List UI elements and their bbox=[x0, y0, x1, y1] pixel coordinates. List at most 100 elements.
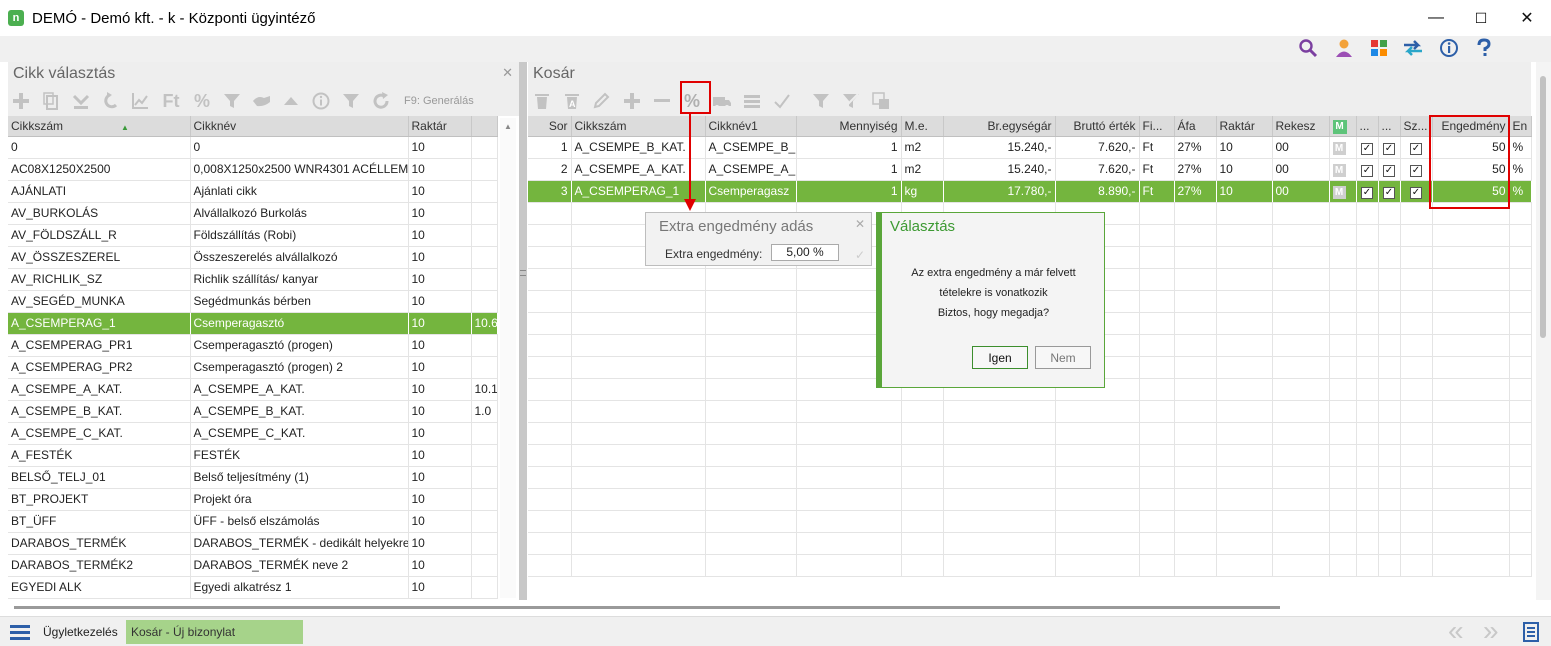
table-row[interactable]: A_CSEMPE_A_KAT. A_CSEMPE_A_KAT. 10 10.1 bbox=[8, 378, 498, 401]
help-icon[interactable] bbox=[1472, 37, 1496, 59]
checkbox[interactable]: ✓ bbox=[1383, 186, 1395, 199]
checkbox[interactable]: ✓ bbox=[1383, 164, 1395, 177]
col-header[interactable]: Mennyiség bbox=[796, 116, 902, 137]
filter-clear-icon[interactable] bbox=[840, 90, 862, 112]
table-row[interactable]: AJÁNLATI Ajánlati cikk 10 bbox=[8, 180, 498, 203]
add-icon[interactable] bbox=[621, 90, 643, 112]
list-icon[interactable] bbox=[741, 90, 763, 112]
truck-icon[interactable] bbox=[711, 90, 733, 112]
switch-icon[interactable] bbox=[1401, 37, 1425, 59]
col-header[interactable]: Sz... bbox=[1400, 116, 1433, 137]
table-row[interactable]: 2 A_CSEMPE_A_KAT. A_CSEMPE_A_ 1 m2 15.240,- 7.… bbox=[528, 158, 1532, 181]
filter-price-icon[interactable] bbox=[810, 90, 832, 112]
col-header[interactable]: Bruttó érték bbox=[1055, 116, 1140, 137]
undo-icon[interactable] bbox=[100, 90, 122, 112]
info-icon[interactable] bbox=[1437, 37, 1461, 59]
table-row[interactable]: A_CSEMPE_B_KAT. A_CSEMPE_B_KAT. 10 1.0 bbox=[8, 400, 498, 423]
table-row[interactable]: A_FESTÉK FESTÉK 10 bbox=[8, 444, 498, 467]
table-row[interactable]: BT_PROJEKT Projekt óra 10 bbox=[8, 488, 498, 511]
apps-icon[interactable] bbox=[1367, 37, 1391, 59]
col-header[interactable]: En bbox=[1509, 116, 1532, 137]
generate-hint[interactable]: F9: Generálás bbox=[404, 95, 474, 107]
col-header[interactable]: ... bbox=[1378, 116, 1401, 137]
scroll-track[interactable] bbox=[14, 606, 1280, 609]
download-icon[interactable] bbox=[70, 90, 92, 112]
checkbox[interactable]: ✓ bbox=[1410, 186, 1422, 199]
table-row[interactable]: 0 0 10 bbox=[8, 136, 498, 159]
col-header[interactable]: M.e. bbox=[901, 116, 944, 137]
col-header-cikknev[interactable]: Cikknév bbox=[190, 116, 409, 137]
table-row[interactable]: 3 A_CSEMPERAG_1 Csemperagasz 1 kg 17.780,- 8.8… bbox=[528, 180, 1532, 203]
table-row[interactable]: A_CSEMPERAG_PR1 Csemperagasztó (progen) 10 bbox=[8, 334, 498, 357]
tab-kosar[interactable]: Kosár - Új bizonylat bbox=[126, 620, 303, 644]
col-header[interactable]: Br.egységár bbox=[943, 116, 1056, 137]
col-header[interactable]: M bbox=[1329, 116, 1357, 137]
table-row[interactable]: AV_FÖLDSZÁLL_R Földszállítás (Robi) 10 bbox=[8, 224, 498, 247]
scroll-up-icon[interactable]: ▲ bbox=[504, 122, 512, 131]
col-header-raktar[interactable]: Raktár bbox=[408, 116, 472, 137]
scroll-thumb[interactable] bbox=[1540, 76, 1546, 338]
chart-icon[interactable] bbox=[129, 90, 151, 112]
tab-ugyletkezeles[interactable]: Ügyletkezelés bbox=[38, 620, 123, 644]
minimize-button[interactable]: — bbox=[1416, 6, 1456, 30]
col-header[interactable]: Fi... bbox=[1139, 116, 1175, 137]
table-row[interactable]: AC08X1250X2500 0,008X1250x2500 WNR4301 AC… bbox=[8, 158, 498, 181]
table-row[interactable]: A_CSEMPERAG_PR2 Csemperagasztó (progen) 2… bbox=[8, 356, 498, 379]
table-row[interactable]: AV_RICHLIK_SZ Richlik szállítás/ kanyar 10 bbox=[8, 268, 498, 291]
delete-all-icon[interactable]: A bbox=[561, 90, 583, 112]
panel-splitter[interactable] bbox=[519, 62, 527, 602]
checkbox[interactable]: ✓ bbox=[1410, 164, 1422, 177]
hamburger-menu-icon[interactable] bbox=[10, 623, 30, 644]
checkbox[interactable]: ✓ bbox=[1361, 142, 1373, 155]
search-icon[interactable] bbox=[1296, 37, 1320, 59]
col-header[interactable]: Raktár bbox=[1216, 116, 1273, 137]
table-row[interactable]: A_CSEMPE_C_KAT. A_CSEMPE_C_KAT. 10 bbox=[8, 422, 498, 445]
move-up-icon[interactable] bbox=[280, 90, 302, 112]
copy-icon[interactable] bbox=[40, 90, 62, 112]
col-header[interactable]: Sor bbox=[528, 116, 572, 137]
checkbox[interactable]: ✓ bbox=[1361, 164, 1373, 177]
table-row[interactable]: AV_SEGÉD_MUNKA Segédmunkás bérben 10 bbox=[8, 290, 498, 313]
left-scrollbar[interactable]: ▲ bbox=[500, 118, 516, 598]
check-icon[interactable] bbox=[771, 90, 793, 112]
table-row[interactable]: DARABOS_TERMÉK2 DARABOS_TERMÉK neve 2 10 bbox=[8, 554, 498, 577]
filter-icon[interactable] bbox=[340, 90, 362, 112]
filter-price-icon[interactable] bbox=[221, 90, 243, 112]
table-row[interactable]: BELSŐ_TELJ_01 Belső teljesítmény (1) 10 bbox=[8, 466, 498, 489]
col-header[interactable]: ... bbox=[1356, 116, 1379, 137]
delete-icon[interactable] bbox=[531, 90, 553, 112]
horizontal-scrollbar[interactable] bbox=[0, 600, 1551, 616]
prev-icon[interactable]: « bbox=[1448, 615, 1464, 646]
confirm-check-icon[interactable]: ✓ bbox=[855, 248, 865, 262]
refresh-icon[interactable] bbox=[370, 90, 392, 112]
col-header[interactable]: Cikknév1 bbox=[705, 116, 797, 137]
minus-icon[interactable] bbox=[651, 90, 673, 112]
checkbox[interactable]: ✓ bbox=[1383, 142, 1395, 155]
table-row[interactable]: EGYEDI ALK Egyedi alkatrész 1 10 bbox=[8, 576, 498, 599]
table-row[interactable]: AV_ÖSSZESZEREL Összeszerelés alvállalkozó… bbox=[8, 246, 498, 269]
grid-settings-icon[interactable] bbox=[870, 90, 892, 112]
col-header[interactable]: Áfa bbox=[1174, 116, 1217, 137]
hand-icon[interactable] bbox=[251, 90, 273, 112]
percent-icon[interactable]: % bbox=[191, 90, 213, 112]
table-row[interactable]: 1 A_CSEMPE_B_KAT. A_CSEMPE_B_ 1 m2 15.240,- 7.… bbox=[528, 136, 1532, 159]
checkbox[interactable]: ✓ bbox=[1410, 142, 1422, 155]
info-small-icon[interactable] bbox=[310, 90, 332, 112]
add-icon[interactable] bbox=[10, 90, 32, 112]
table-row[interactable]: A_CSEMPERAG_1 Csemperagasztó 10 10.6 bbox=[8, 312, 498, 335]
checkbox[interactable]: ✓ bbox=[1361, 186, 1373, 199]
user-icon[interactable] bbox=[1332, 37, 1356, 59]
close-icon[interactable]: ✕ bbox=[855, 217, 865, 231]
price-icon[interactable]: Ft bbox=[160, 90, 182, 112]
col-header-extra[interactable] bbox=[471, 116, 498, 137]
col-header[interactable]: Rekesz bbox=[1272, 116, 1330, 137]
next-icon[interactable]: » bbox=[1483, 615, 1499, 646]
maximize-button[interactable]: ☐ bbox=[1461, 6, 1501, 30]
table-row[interactable]: BT_ÜFF ÜFF - belső elszámolás 10 bbox=[8, 510, 498, 533]
yes-button[interactable]: Igen bbox=[972, 346, 1028, 369]
close-window-button[interactable]: ✕ bbox=[1507, 6, 1547, 30]
table-row[interactable]: DARABOS_TERMÉK DARABOS_TERMÉK - dedikált … bbox=[8, 532, 498, 555]
col-header-cikkszam[interactable]: Cikkszám ▲ bbox=[8, 116, 191, 137]
close-panel-icon[interactable]: ✕ bbox=[502, 65, 513, 81]
extra-discount-input[interactable]: 5,00 % bbox=[771, 244, 839, 261]
